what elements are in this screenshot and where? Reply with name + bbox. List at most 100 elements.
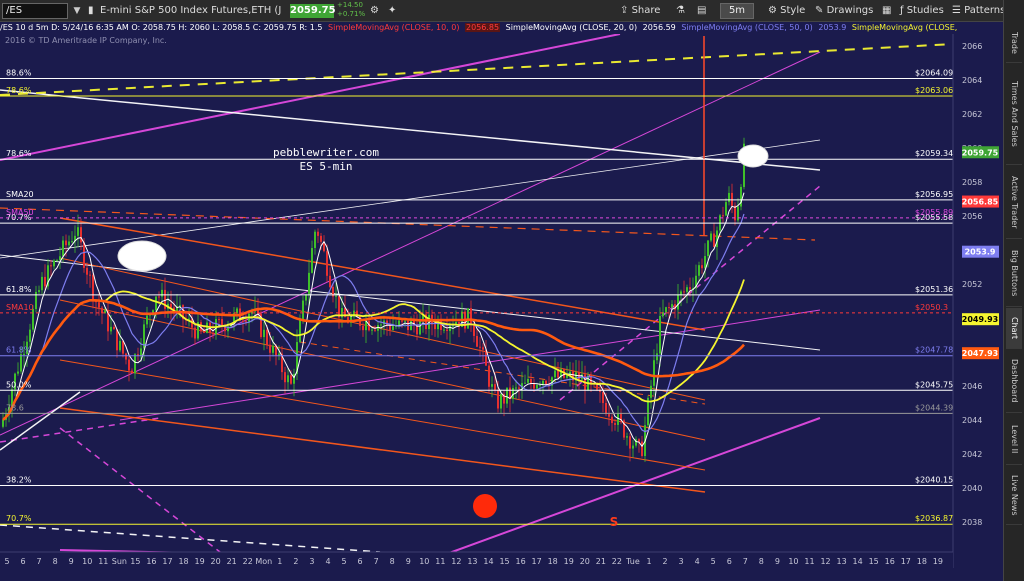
candle-body — [53, 260, 55, 267]
sidebar-tab-live-news[interactable]: Live News — [1006, 466, 1022, 525]
symbol-description: E-mini S&P 500 Index Futures,ETH (JUN 16… — [100, 5, 282, 16]
white-ellipse-marker — [117, 240, 167, 272]
timeframe-selector[interactable]: 5m — [720, 3, 754, 19]
candle-body — [110, 326, 112, 332]
share-button[interactable]: ⇪ Share — [620, 3, 660, 19]
grid-icon[interactable]: ▦ — [882, 3, 891, 19]
time-tick-label: 21 — [227, 557, 237, 566]
candle-body — [476, 335, 478, 347]
time-tick-label: 8 — [53, 557, 58, 566]
candle-body — [500, 394, 502, 409]
candle-body — [380, 324, 382, 326]
drawings-button[interactable]: ✎ Drawings — [815, 3, 873, 19]
time-axis[interactable]: 5 6 7 8 9 10 11 Sun 15 16 17 18 19 20 21 22 Mon 1 2 3 4 5 6 7 8 9… — [0, 551, 953, 568]
time-tick-label: 7 — [37, 557, 42, 566]
candle-body — [212, 332, 214, 335]
candle-body — [317, 231, 319, 236]
settings-icon[interactable]: ⚙ — [370, 3, 379, 19]
candle-body — [263, 329, 265, 338]
time-tick-label: 7 — [743, 557, 748, 566]
time-tick-label: 6 — [358, 557, 363, 566]
candle-body — [335, 295, 337, 297]
right-sidebar: Trade Times And Sales Active Trader Big But… — [1003, 0, 1024, 581]
fib-level-label: 78.6% — [6, 149, 32, 158]
ohlc-info: /ES 10 d 5m D: 5/24/16 6:35 AM O: 2058.7… — [0, 23, 323, 32]
symbol-input[interactable]: /ES — [2, 3, 68, 19]
copyright-text: 2016 © TD Ameritrade IP Company, Inc. — [5, 36, 167, 45]
candle-body — [449, 325, 451, 332]
candle-body — [284, 372, 286, 383]
price-tick-label: 2046 — [962, 382, 982, 391]
fib-level-label: 78.6 — [6, 403, 24, 412]
candle-body — [443, 329, 445, 331]
chart-style-icon[interactable]: ▤ — [697, 3, 706, 19]
sma20-value: 2056.59 — [642, 23, 676, 32]
sma100-label[interactable]: SimpleMovingAvg (CLOSE, — [852, 23, 957, 32]
candle-body — [650, 385, 652, 398]
pencil-icon: ✎ — [815, 5, 827, 16]
candle-body — [659, 316, 661, 354]
time-tick-label: 1 — [277, 557, 282, 566]
candle-body — [488, 365, 490, 387]
flask-icon[interactable]: ⚗ — [676, 3, 685, 19]
candle-body — [242, 320, 244, 322]
candle-body — [194, 327, 196, 339]
candle-body — [494, 384, 496, 391]
time-tick-label: 8 — [390, 557, 395, 566]
candle-body — [611, 416, 613, 424]
candle-body — [479, 346, 481, 348]
time-tick-label: 16 — [516, 557, 526, 566]
share-icon: ⇪ — [620, 5, 632, 16]
price-tick-label: 2058 — [962, 178, 982, 187]
price-level-label: $2045.75 — [915, 380, 953, 389]
fib-level-label: 70.7% — [6, 514, 32, 523]
price-level-label: $2051.36 — [915, 285, 953, 294]
time-tick-label: 1 — [646, 557, 651, 566]
fib-level-label: 61.8% — [6, 346, 32, 355]
time-tick-label: 2 — [663, 557, 668, 566]
candle-body — [680, 291, 682, 295]
time-tick-label: 8 — [759, 557, 764, 566]
candle-body — [56, 260, 58, 262]
time-tick-label: 20 — [580, 557, 590, 566]
price-tag-label: 2059.75 — [962, 148, 999, 157]
candle-body — [287, 375, 289, 383]
sma10-label[interactable]: SimpleMovingAvg (CLOSE, 10, 0) — [328, 23, 459, 32]
top-toolbar: /ES ▼ ▮ E-mini S&P 500 Index Futures,ETH… — [0, 0, 1024, 22]
sidebar-tab-big-buttons[interactable]: Big Buttons — [1006, 240, 1022, 307]
price-tick-label: 2056 — [962, 212, 982, 221]
candle-body — [308, 272, 310, 295]
studies-label: Studies — [906, 5, 944, 16]
candle-body — [374, 329, 376, 331]
candle-body — [2, 419, 4, 427]
sidebar-tab-trade[interactable]: Trade — [1006, 24, 1022, 63]
pin-icon[interactable]: ✦ — [388, 3, 396, 19]
candle-body — [326, 251, 328, 276]
candle-body — [68, 241, 70, 246]
candle-body — [512, 388, 514, 399]
candle-body — [128, 359, 130, 371]
price-chart[interactable]: 88.6% $2064.09 78.6% $2063.06 78.6% $2059.34 S… — [0, 0, 1003, 581]
sma50-label[interactable]: SimpleMovingAvg (CLOSE, 50, 0) — [681, 23, 812, 32]
studies-icon: ƒ — [900, 5, 907, 16]
sidebar-tab-level-ii[interactable]: Level II — [1006, 414, 1022, 465]
chevron-down-icon[interactable]: ▼ — [70, 3, 84, 19]
sidebar-tab-dashboard[interactable]: Dashboard — [1006, 350, 1022, 413]
candle-body — [470, 308, 472, 324]
time-tick-label: 3 — [309, 557, 314, 566]
studies-button[interactable]: ƒ Studies — [900, 3, 944, 19]
patterns-button[interactable]: ☰ Patterns — [952, 3, 1005, 19]
price-tick-label: 2038 — [962, 518, 982, 527]
candle-body — [554, 370, 556, 378]
sma20-label[interactable]: SimpleMovingAvg (CLOSE, 20, 0) — [506, 23, 637, 32]
sidebar-tab-chart[interactable]: Chart — [1006, 308, 1022, 349]
time-tick-label: 19 — [933, 557, 943, 566]
price-axis[interactable]: 2038204020422044204620482050205220542056… — [952, 22, 1003, 568]
price-level-label: $2064.09 — [915, 68, 953, 77]
time-tick-label: 13 — [837, 557, 847, 566]
time-tick-label: 12 — [820, 557, 830, 566]
sidebar-tab-times-and-sales[interactable]: Times And Sales — [1006, 64, 1022, 165]
style-button[interactable]: ⚙ Style — [768, 3, 805, 19]
time-tick-label: 5 — [342, 557, 347, 566]
sidebar-tab-active-trader[interactable]: Active Trader — [1006, 166, 1022, 239]
